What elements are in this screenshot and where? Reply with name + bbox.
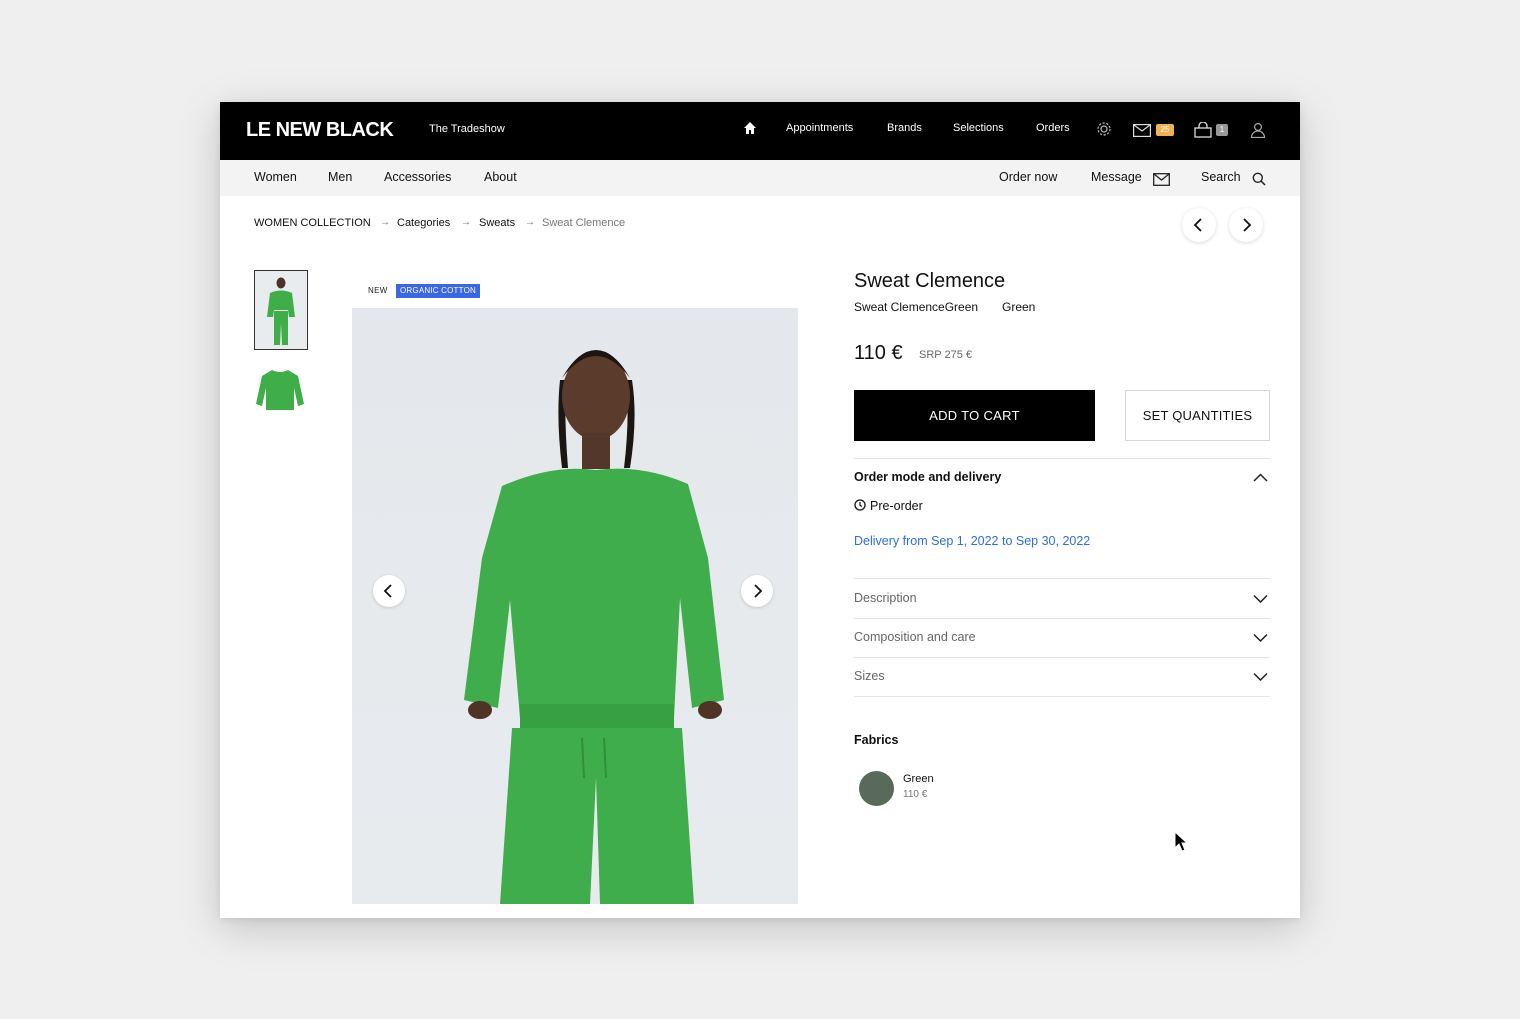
mail-icon[interactable] [1133,124,1151,137]
subnav-men[interactable]: Men [328,170,352,184]
chevron-down-icon[interactable] [1253,594,1268,603]
chevron-right-icon [754,584,763,598]
user-icon[interactable] [1250,122,1266,138]
product-subtitle: Sweat ClemenceGreen [854,300,979,314]
delivery-window: Delivery from Sep 1, 2022 to Sep 30, 202… [854,534,1091,548]
nav-appointments[interactable]: Appointments [786,122,853,134]
product-price: 110 € [854,342,903,364]
nav-brands[interactable]: Brands [887,122,922,134]
message-link[interactable]: Message [1091,170,1142,184]
divider [854,657,1270,658]
image-next-button[interactable] [741,575,773,607]
new-tag: NEW [368,286,388,295]
search-icon[interactable] [1252,172,1266,186]
thumbnail-flat-image [256,370,304,410]
event-name[interactable]: The Tradeshow [429,123,505,135]
prev-product-button[interactable] [1182,208,1216,242]
mail-count-badge: 25 [1156,124,1174,136]
chevron-down-icon[interactable] [1253,633,1268,642]
next-product-button[interactable] [1229,208,1263,242]
add-to-cart-button[interactable]: ADD TO CART [854,390,1095,441]
model-photo [352,308,798,904]
envelope-icon[interactable] [1153,173,1170,186]
thumbnail-flat[interactable] [254,360,308,440]
clock-icon [854,499,866,511]
gear-icon[interactable] [1096,121,1112,137]
divider [854,458,1270,459]
thumbnail-model[interactable] [254,270,308,350]
nav-orders[interactable]: Orders [1036,122,1070,134]
fabrics-heading: Fabrics [854,733,899,747]
bag-icon[interactable] [1194,122,1212,138]
search-link[interactable]: Search [1201,170,1241,184]
app-window: LE NEW BLACK The Tradeshow Appointments … [220,102,1300,918]
divider [854,696,1270,697]
chevron-down-icon[interactable] [1253,672,1268,681]
order-now-link[interactable]: Order now [999,170,1057,184]
product-color: Green [1002,300,1036,314]
top-bar: LE NEW BLACK The Tradeshow Appointments … [220,102,1300,160]
sizes-accordion[interactable]: Sizes [854,669,885,683]
fabric-name: Green [903,773,934,785]
order-mode-header[interactable]: Order mode and delivery [854,470,1001,484]
breadcrumb-categories[interactable]: Categories [397,217,450,229]
fabric-swatch[interactable] [859,771,894,806]
product-title: Sweat Clemence [854,270,1006,292]
description-accordion[interactable]: Description [854,591,917,605]
thumbnail-model-image [255,271,307,349]
brand-logo[interactable]: LE NEW BLACK [246,119,394,142]
product-srp: SRP 275 € [919,349,973,361]
product-main-image [352,308,798,904]
secondary-nav: Women Men Accessories About Order now Me… [220,160,1300,196]
breadcrumb-arrow-icon: → [461,217,471,228]
organic-cotton-tag: ORGANIC COTTON [396,284,480,298]
breadcrumb-arrow-icon: → [380,217,390,228]
nav-selections[interactable]: Selections [953,122,1004,134]
image-prev-button[interactable] [373,575,405,607]
divider [854,618,1270,619]
fabric-price: 110 € [903,789,928,800]
home-icon[interactable] [743,121,757,135]
chevron-right-icon [1243,218,1252,232]
order-mode-value: Pre-order [870,499,923,513]
subnav-about[interactable]: About [484,170,517,184]
subnav-accessories[interactable]: Accessories [384,170,451,184]
breadcrumb-current: Sweat Clemence [542,217,626,229]
bag-count-badge: 1 [1216,124,1228,136]
breadcrumb-collection[interactable]: WOMEN COLLECTION [254,217,371,229]
mouse-cursor-icon [1174,831,1188,852]
divider [854,578,1270,579]
chevron-up-icon[interactable] [1253,473,1268,482]
composition-accordion[interactable]: Composition and care [854,630,976,644]
breadcrumb-arrow-icon: → [525,217,535,228]
breadcrumb-sweats[interactable]: Sweats [479,217,515,229]
chevron-left-icon [383,584,392,598]
set-quantities-button[interactable]: SET QUANTITIES [1125,390,1270,441]
chevron-left-icon [1193,218,1202,232]
subnav-women[interactable]: Women [254,170,297,184]
